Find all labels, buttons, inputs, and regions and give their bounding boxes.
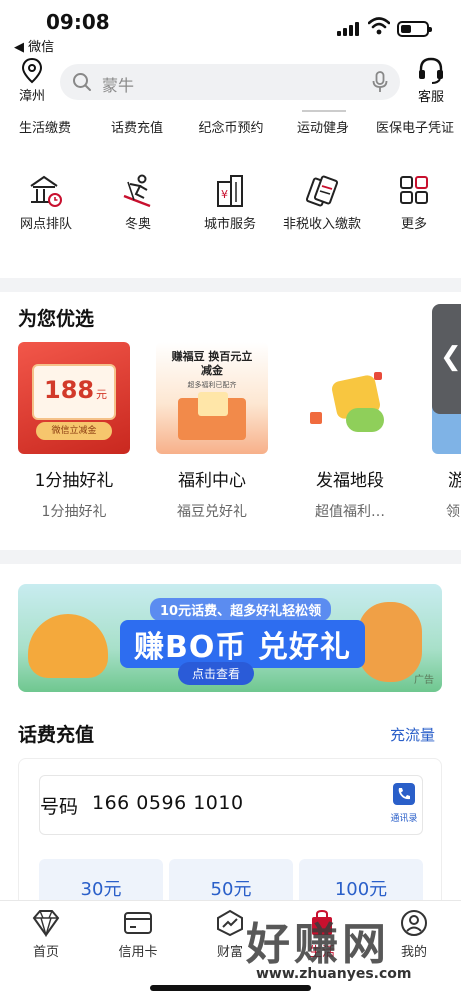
phone-label: 号码 <box>40 796 79 818</box>
amount-label: 30元 <box>80 879 122 900</box>
service-item-branch-queue[interactable]: 网点排队 <box>0 174 92 236</box>
watermark-logo-text: 好赚网 <box>246 919 390 970</box>
pick-image <box>294 342 406 454</box>
search-placeholder: 蒙牛 <box>102 76 135 95</box>
pick-image-amount: 188 <box>44 376 95 404</box>
quick-item-fitness[interactable]: 运动健身 <box>278 118 368 140</box>
tab-credit-card[interactable]: 信用卡 <box>98 909 178 960</box>
service-item-city-services[interactable]: ¥ 城市服务 <box>184 174 276 236</box>
pick-image: 188 元 微信立减金 <box>18 342 130 454</box>
pick-subtitle: 1分抽好礼 <box>41 504 107 520</box>
promo-banner[interactable]: 10元话费、超多好礼轻松领 赚BO币 兑好礼 点击查看 广告 <box>18 584 442 692</box>
phone-number-field[interactable]: 号码 166 0596 1010 通讯录 <box>39 775 423 835</box>
section-gap <box>0 278 461 292</box>
quick-item-life-payment[interactable]: 生活缴费 <box>0 118 90 140</box>
pick-image-headline: 赚福豆 换百元立减金 <box>171 350 253 377</box>
pick-image-caption: 微信立减金 <box>36 422 112 440</box>
search-input[interactable]: 蒙牛 <box>60 64 400 100</box>
amount-label: 50元 <box>210 879 252 900</box>
service-grid: 生活缴费 话费充值 纪念币预约 运动健身 医保电子凭证 网点排队 冬奥 ¥ 城市… <box>0 110 461 278</box>
wealth-chart-icon <box>217 909 243 937</box>
pick-image-caption: 超多福利已配齐 <box>187 381 237 389</box>
pick-title: 1分抽好礼 <box>34 471 114 491</box>
tab-label: 信用卡 <box>118 945 158 960</box>
back-to-wechat-link[interactable]: ◀ 微信 <box>14 36 54 55</box>
data-recharge-link[interactable]: 充流量 <box>390 724 435 745</box>
recharge-panel: 号码 166 0596 1010 通讯录 30元 50元 100元 <box>18 758 442 919</box>
ad-tag: 广告 <box>414 675 434 686</box>
pick-image-unit: 元 <box>96 388 107 401</box>
location-label: 漳州 <box>18 89 45 104</box>
contacts-label: 通讯录 <box>390 814 418 824</box>
service-label: 冬奥 <box>124 217 151 232</box>
pick-title: 游 <box>448 471 461 491</box>
tab-home[interactable]: 首页 <box>6 909 86 960</box>
recharge-section-title: 话费充值 <box>18 724 95 746</box>
pick-title: 福利中心 <box>178 471 246 491</box>
pick-title: 发福地段 <box>316 471 384 491</box>
contacts-phone-icon <box>393 783 415 805</box>
signal-icon <box>337 22 361 36</box>
side-collapse-tab[interactable]: ❮ <box>432 304 461 414</box>
quick-item-phone-recharge[interactable]: 话费充值 <box>92 118 182 140</box>
service-label: 城市服务 <box>203 217 256 232</box>
section-title: 为您优选 <box>18 308 95 330</box>
location-pin-icon <box>21 58 43 84</box>
location-selector[interactable]: 漳州 <box>12 58 52 104</box>
section-gap <box>0 550 461 564</box>
diamond-home-icon <box>32 910 60 937</box>
headset-icon <box>419 57 443 84</box>
pick-subtitle: 超值福利… <box>315 504 385 520</box>
tax-ticket-icon <box>305 175 339 207</box>
grid-more-icon <box>400 176 428 204</box>
chevron-left-icon: ❮ <box>440 342 461 372</box>
service-icon-row: 网点排队 冬奥 ¥ 城市服务 非税收入缴款 更多 <box>0 174 461 274</box>
banner-subtitle: 10元话费、超多好礼轻松领 <box>150 598 332 621</box>
pick-card-welfare-center[interactable]: 赚福豆 换百元立减金 超多福利已配齐 福利中心 福豆兑好礼 <box>156 342 268 521</box>
pick-card-lucky-draw[interactable]: 188 元 微信立减金 1分抽好礼 1分抽好礼 <box>18 342 130 521</box>
credit-card-icon <box>124 912 152 934</box>
microphone-icon[interactable] <box>372 71 388 93</box>
site-watermark: 好赚网 www.zhuanyes.com <box>246 908 446 988</box>
status-bar: 09:08 ◀ 微信 <box>0 0 461 56</box>
customer-service-button[interactable]: 客服 <box>410 56 452 105</box>
quick-item-coin-reservation[interactable]: 纪念币预约 <box>186 118 276 140</box>
recommended-section: 为您优选 188 元 微信立减金 1分抽好礼 1分抽好礼 赚福豆 换百元立减金 … <box>0 292 461 550</box>
service-label: 网点排队 <box>19 217 72 232</box>
bank-queue-icon <box>30 175 62 207</box>
service-item-non-tax-payment[interactable]: 非税收入缴款 <box>276 174 368 236</box>
watermark-url: www.zhuanyes.com <box>256 966 412 982</box>
mascot-illustration <box>358 602 422 682</box>
service-label: 非税收入缴款 <box>282 217 361 232</box>
service-item-winter-olympics[interactable]: 冬奥 <box>92 174 184 236</box>
banner-cta-button[interactable]: 点击查看 <box>178 662 255 685</box>
battery-icon <box>397 21 432 37</box>
top-header: 漳州 蒙牛 客服 <box>0 56 461 110</box>
amount-label: 100元 <box>334 879 388 900</box>
pick-subtitle: 领 <box>446 504 460 520</box>
pick-subtitle: 福豆兑好礼 <box>177 504 247 520</box>
customer-service-label: 客服 <box>417 90 444 105</box>
city-building-icon: ¥ <box>217 175 243 207</box>
search-icon <box>73 73 91 91</box>
mascot-illustration <box>28 614 108 678</box>
quick-service-row: 生活缴费 话费充值 纪念币预约 运动健身 医保电子凭证 <box>0 118 461 170</box>
svg-text:¥: ¥ <box>221 188 228 201</box>
pick-image: 赚福豆 换百元立减金 超多福利已配齐 <box>156 342 268 454</box>
pick-card-fortune-spot[interactable]: 发福地段 超值福利… <box>294 342 406 521</box>
quick-item-medical-insurance[interactable]: 医保电子凭证 <box>372 118 458 140</box>
divider <box>302 110 346 112</box>
contacts-button[interactable]: 通讯录 <box>386 782 422 824</box>
wifi-icon <box>368 17 390 35</box>
content-card: 10元话费、超多好礼轻松领 赚BO币 兑好礼 点击查看 广告 话费充值 充流量 … <box>0 564 461 919</box>
skier-icon <box>123 174 151 208</box>
service-item-more[interactable]: 更多 <box>368 174 460 236</box>
phone-value: 166 0596 1010 <box>92 792 244 814</box>
banner-headline: 赚BO币 兑好礼 <box>120 620 365 668</box>
status-time: 09:08 <box>46 10 110 34</box>
service-label: 更多 <box>400 217 427 232</box>
tab-label: 首页 <box>32 945 59 960</box>
